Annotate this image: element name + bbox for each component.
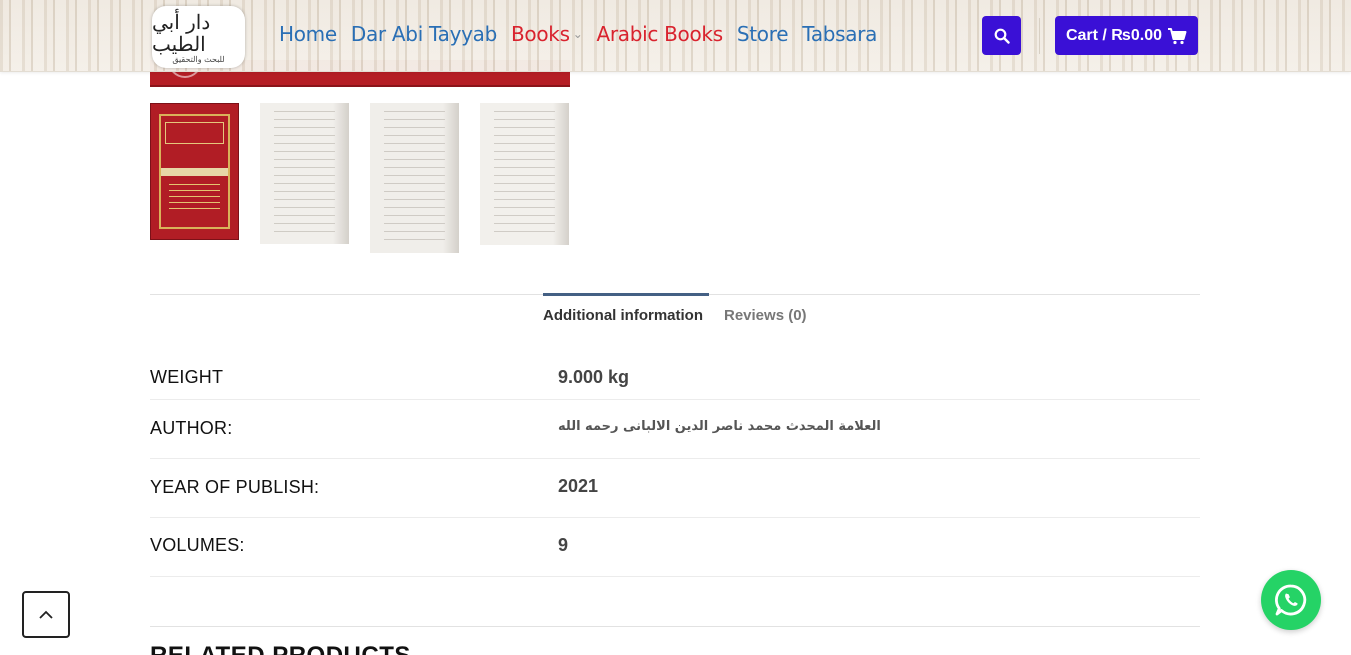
thumbnail-page-2[interactable] — [370, 103, 459, 253]
attribute-value: 2021 — [558, 476, 599, 496]
page-shade — [333, 103, 349, 244]
attribute-row-year: YEAR OF PUBLISH: 2021 — [150, 459, 1200, 518]
attribute-value: 9 — [558, 535, 569, 555]
shopping-cart-icon — [1168, 27, 1187, 44]
search-button[interactable] — [982, 16, 1021, 55]
attribute-row-author: AUTHOR: العلامة المحدث محمد ناصر الدين ا… — [150, 400, 1200, 459]
thumbnail-page-1[interactable] — [260, 103, 349, 244]
site-logo[interactable]: دار أبي الطيب للبحث والتحقيق — [152, 6, 245, 68]
nav-tabsara[interactable]: Tabsara — [802, 22, 877, 46]
attribute-value: العلامة المحدث محمد ناصر الدين الالبانى … — [558, 419, 881, 434]
cover-lines — [169, 184, 220, 214]
attribute-label: WEIGHT — [150, 367, 224, 387]
nav-arabic-books[interactable]: Arabic Books — [596, 22, 723, 46]
nav-books[interactable]: Books ⌄ — [511, 22, 583, 46]
page-shade — [553, 103, 569, 245]
back-to-top-button[interactable] — [22, 591, 70, 638]
thumbnail-page-3[interactable] — [480, 103, 569, 245]
attribute-label: AUTHOR: — [150, 418, 233, 438]
logo-subtext: للبحث والتحقيق — [172, 54, 225, 64]
attribute-label: VOLUMES: — [150, 535, 245, 555]
thumbnail-cover[interactable] — [150, 103, 239, 240]
tab-reviews[interactable]: Reviews (0) — [724, 307, 807, 324]
cart-label: Cart / ₨0.00 — [1065, 26, 1163, 44]
header-divider — [1039, 18, 1040, 54]
nav-dar-abi-tayyab[interactable]: Dar Abi Tayyab — [351, 22, 497, 46]
logo-text: دار أبي الطيب — [152, 9, 211, 56]
nav-store[interactable]: Store — [737, 22, 789, 46]
attribute-row-volumes: VOLUMES: 9 — [150, 518, 1200, 577]
page-text-lines — [274, 111, 335, 236]
cart-button[interactable]: Cart / ₨0.00 — [1055, 16, 1198, 55]
search-icon — [994, 28, 1010, 44]
chevron-up-icon — [39, 610, 53, 619]
page-text-lines — [494, 111, 555, 237]
page-text-lines — [384, 111, 445, 245]
site-header: دار أبي الطيب للبحث والتحقيق Home Dar Ab… — [0, 0, 1351, 72]
cover-band — [161, 168, 228, 176]
whatsapp-button[interactable] — [1261, 570, 1321, 630]
page-shade — [443, 103, 459, 253]
product-page: دار أبي الطيب للبحث والتحقيق Home Dar Ab… — [0, 0, 1351, 655]
main-nav: Home Dar Abi Tayyab Books ⌄ Arabic Books … — [279, 22, 877, 46]
active-tab-indicator — [543, 293, 709, 296]
tab-additional-information[interactable]: Additional information — [543, 307, 703, 324]
nav-home[interactable]: Home — [279, 22, 337, 46]
cover-title-box — [165, 122, 224, 144]
attribute-value: 9.000 kg — [558, 367, 630, 387]
chevron-down-icon: ⌄ — [572, 27, 583, 41]
attribute-row-weight: WEIGHT 9.000 kg — [150, 355, 1200, 400]
whatsapp-icon — [1275, 584, 1307, 616]
section-divider — [150, 626, 1200, 627]
related-products-heading: RELATED PRODUCTS — [150, 642, 411, 655]
attribute-label: YEAR OF PUBLISH: — [150, 477, 320, 497]
